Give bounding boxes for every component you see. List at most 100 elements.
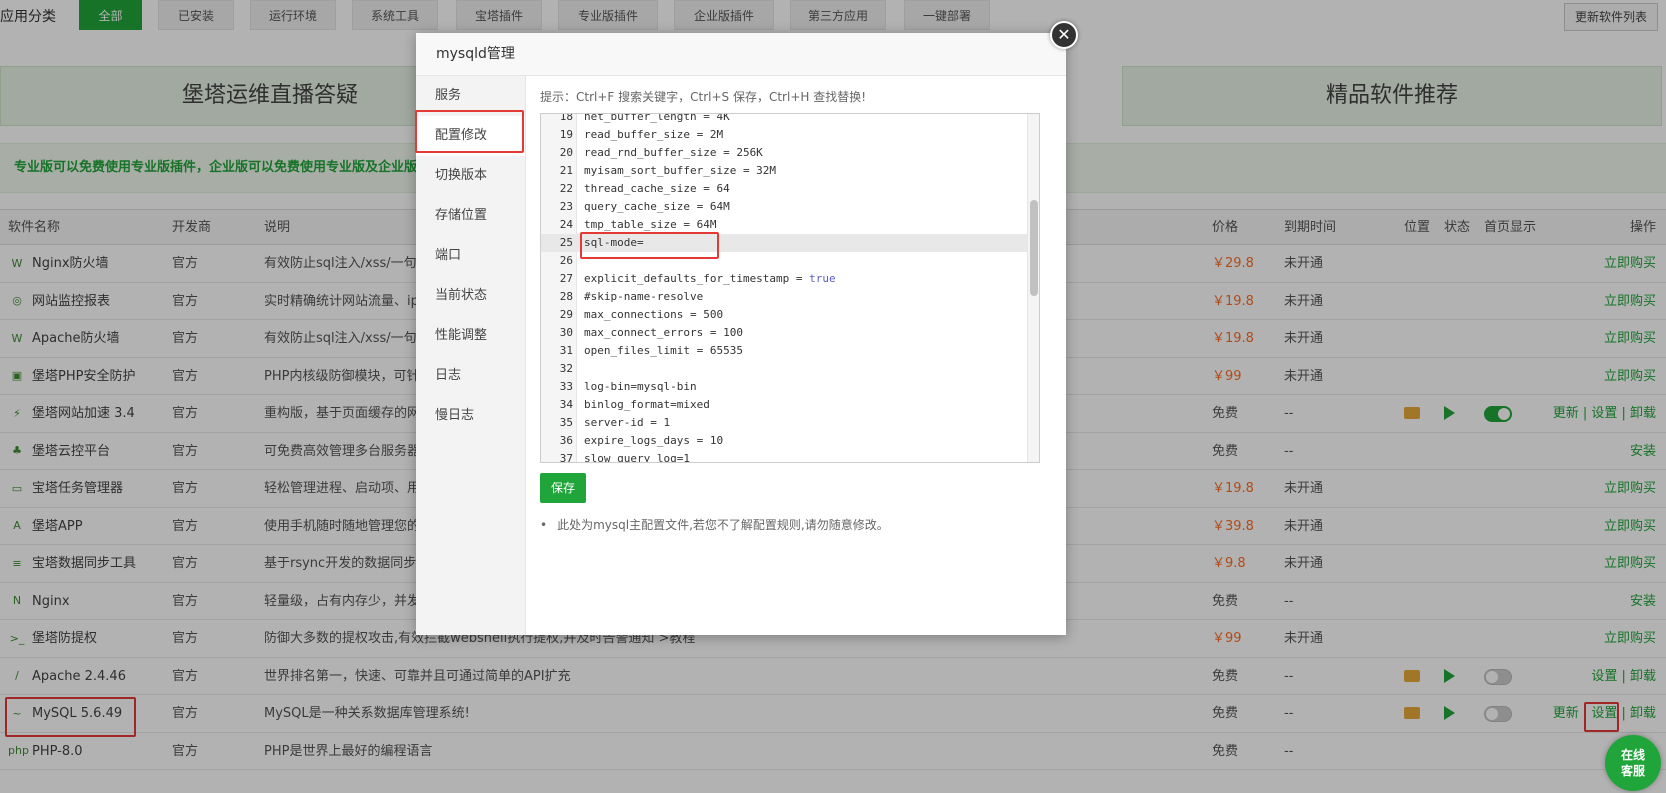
line-text: open_files_limit = 65535	[584, 342, 743, 360]
dialog-tab[interactable]: 性能调整	[416, 316, 525, 356]
code-line[interactable]: 21 myisam_sort_buffer_size = 32M	[541, 162, 1027, 180]
line-number: 33	[559, 380, 573, 393]
line-code: myisam_sort_buffer_size = 32M	[584, 164, 777, 177]
line-number: 26	[559, 254, 573, 267]
online-support-line1: 在线	[1620, 748, 1645, 762]
line-text: read_rnd_buffer_size = 256K	[584, 144, 763, 162]
line-code: thread_cache_size = 64	[584, 182, 730, 195]
line-number: 37	[559, 452, 573, 463]
line-number: 30	[559, 326, 573, 339]
dialog-tab[interactable]: 配置修改	[416, 116, 525, 156]
line-number: 19	[559, 128, 573, 141]
line-keyword: true	[809, 272, 836, 285]
online-support-button[interactable]: 在线 客服	[1605, 735, 1661, 791]
dialog-tab[interactable]: 慢日志	[416, 396, 525, 436]
line-code: explicit_defaults_for_timestamp =	[584, 272, 810, 285]
code-line[interactable]: 19 read_buffer_size = 2M	[541, 126, 1027, 144]
code-line[interactable]: 22 thread_cache_size = 64	[541, 180, 1027, 198]
code-line[interactable]: 25 sql-mode=	[541, 234, 1027, 252]
online-support-line2: 客服	[1620, 764, 1645, 778]
line-code: query_cache_size = 64M	[584, 200, 730, 213]
line-code: expire_logs_days = 10	[584, 434, 724, 447]
line-number: 24	[559, 218, 573, 231]
line-text: max_connections = 500	[584, 306, 723, 324]
line-code: slow_query_log=1	[584, 452, 690, 463]
line-number: 36	[559, 434, 573, 447]
line-text: myisam_sort_buffer_size = 32M	[584, 162, 776, 180]
line-text: sql-mode=	[584, 234, 644, 252]
code-line[interactable]: 20 read_rnd_buffer_size = 256K	[541, 144, 1027, 162]
dialog-tab[interactable]: 日志	[416, 356, 525, 396]
line-number: 28	[559, 290, 573, 303]
line-text: #skip-name-resolve	[584, 288, 703, 306]
line-text: thread_cache_size = 64	[584, 180, 730, 198]
line-text: expire_logs_days = 10	[584, 432, 723, 450]
line-text: binlog_format=mixed	[584, 396, 710, 414]
line-number: 31	[559, 344, 573, 357]
dialog-sidebar: 服务 配置修改 切换版本 存储位置 端口 当前状态 性能调整 日志 慢日志	[416, 76, 526, 635]
dialog-title: mysqld管理	[416, 33, 1066, 76]
line-number: 35	[559, 416, 573, 429]
line-code: tmp_table_size = 64M	[584, 218, 717, 231]
line-text: net_buffer_length = 4K	[584, 113, 730, 126]
line-code: max_connections = 500	[584, 308, 724, 321]
code-line[interactable]: 34 binlog_format=mixed	[541, 396, 1027, 414]
line-code: net_buffer_length = 4K	[584, 113, 730, 123]
close-icon[interactable]: ✕	[1050, 21, 1078, 49]
line-number: 27	[559, 272, 573, 285]
editor-hint: 提示：Ctrl+F 搜索关键字，Ctrl+S 保存，Ctrl+H 查找替换!	[540, 90, 867, 104]
code-line[interactable]: 36 expire_logs_days = 10	[541, 432, 1027, 450]
code-line[interactable]: 24 tmp_table_size = 64M	[541, 216, 1027, 234]
line-code: #skip-name-resolve	[584, 290, 704, 303]
code-line[interactable]: 18 net_buffer_length = 4K	[541, 113, 1027, 126]
save-button[interactable]: 保存	[540, 473, 586, 503]
line-text: explicit_defaults_for_timestamp = true	[584, 270, 836, 288]
code-line[interactable]: 33 log-bin=mysql-bin	[541, 378, 1027, 396]
line-number: 34	[559, 398, 573, 411]
line-number: 29	[559, 308, 573, 321]
line-number: 20	[559, 146, 573, 159]
code-line[interactable]: 28 #skip-name-resolve	[541, 288, 1027, 306]
line-code: read_rnd_buffer_size = 256K	[584, 146, 763, 159]
line-code: open_files_limit = 65535	[584, 344, 743, 357]
dialog-tab[interactable]: 当前状态	[416, 276, 525, 316]
line-text: read_buffer_size = 2M	[584, 126, 723, 144]
line-code: server-id = 1	[584, 416, 671, 429]
line-code: sql-mode=	[584, 236, 644, 249]
line-text: slow_query_log=1	[584, 450, 690, 463]
line-code: max_connect_errors = 100	[584, 326, 743, 339]
code-line[interactable]: 27 explicit_defaults_for_timestamp = true	[541, 270, 1027, 288]
line-number: 23	[559, 200, 573, 213]
config-editor[interactable]: 18 net_buffer_length = 4K 19 read_buffer_si…	[540, 113, 1040, 463]
line-text: log-bin=mysql-bin	[584, 378, 697, 396]
line-number: 22	[559, 182, 573, 195]
code-line[interactable]: 32	[541, 360, 1027, 378]
code-line[interactable]: 30 max_connect_errors = 100	[541, 324, 1027, 342]
dialog-tab[interactable]: 切换版本	[416, 156, 525, 196]
line-code: log-bin=mysql-bin	[584, 380, 697, 393]
code-line[interactable]: 31 open_files_limit = 65535	[541, 342, 1027, 360]
line-code: read_buffer_size = 2M	[584, 128, 724, 141]
line-text: query_cache_size = 64M	[584, 198, 730, 216]
code-line[interactable]: 23 query_cache_size = 64M	[541, 198, 1027, 216]
dialog-tab[interactable]: 端口	[416, 236, 525, 276]
dialog-content: 提示：Ctrl+F 搜索关键字，Ctrl+S 保存，Ctrl+H 查找替换! 1…	[526, 76, 1066, 635]
line-text: tmp_table_size = 64M	[584, 216, 716, 234]
line-text: max_connect_errors = 100	[584, 324, 743, 342]
code-line[interactable]: 35 server-id = 1	[541, 414, 1027, 432]
config-warning-note: 此处为mysql主配置文件,若您不了解配置规则,请勿随意修改。	[540, 516, 889, 533]
mysqld-manager-dialog: mysqld管理 服务 配置修改 切换版本 存储位置 端口 当前状态 性能调整 日志 慢日志 提…	[416, 33, 1066, 635]
code-line[interactable]: 26	[541, 252, 1027, 270]
code-line[interactable]: 29 max_connections = 500	[541, 306, 1027, 324]
editor-scrollbar[interactable]	[1027, 114, 1039, 462]
line-code: binlog_format=mixed	[584, 398, 710, 411]
code-line[interactable]: 37 slow_query_log=1	[541, 450, 1027, 463]
dialog-tab[interactable]: 存储位置	[416, 196, 525, 236]
editor-scroll-thumb[interactable]	[1030, 200, 1038, 296]
line-text: server-id = 1	[584, 414, 670, 432]
line-number: 21	[559, 164, 573, 177]
line-number: 18	[559, 113, 573, 123]
line-number: 25	[559, 236, 573, 249]
dialog-tab[interactable]: 服务	[416, 76, 525, 116]
line-number: 32	[559, 362, 573, 375]
